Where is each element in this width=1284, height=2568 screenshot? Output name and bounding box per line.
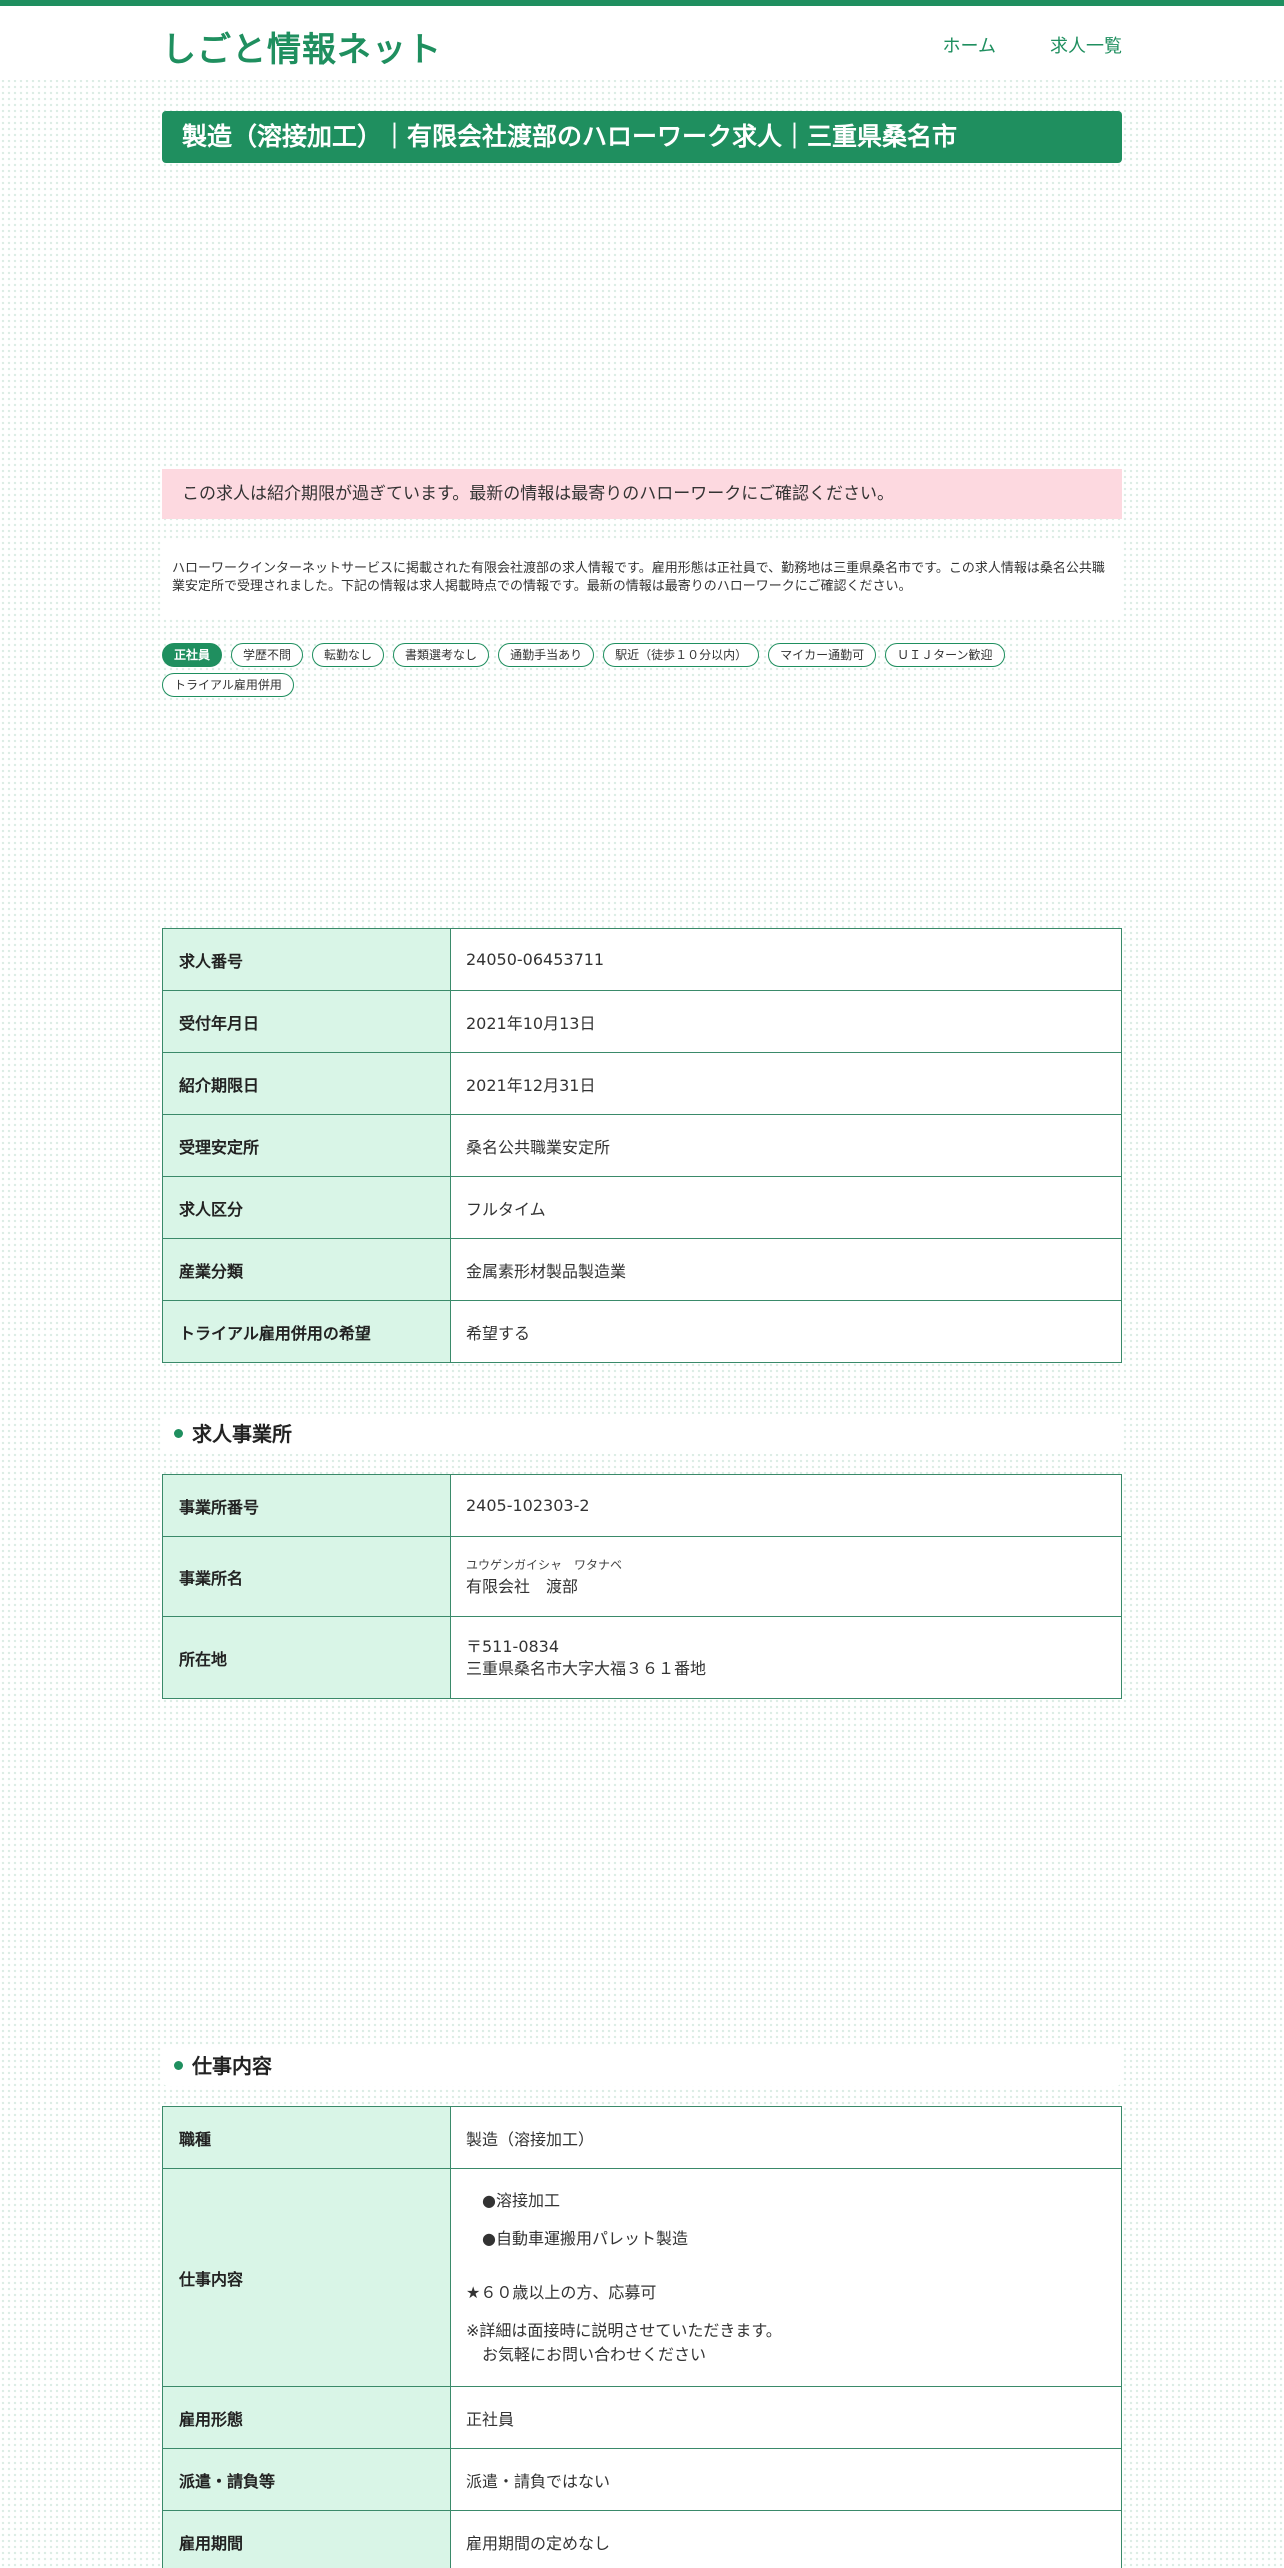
row-label: 仕事内容 — [162, 2168, 451, 2387]
row-label: 雇用期間 — [162, 2510, 451, 2568]
table-row: 事業所名 ユウゲンガイシャ ワタナベ 有限会社 渡部 — [162, 1536, 1122, 1617]
tag: マイカー通勤可 — [768, 643, 877, 667]
job-description-summary: ハローワークインターネットサービスに掲載された有限会社渡部の求人情報です。雇用形… — [162, 541, 1122, 617]
job-content-cell: ●溶接加工 ●自動車運搬用パレット製造 ★６０歳以上の方、応募可 ※詳細は面接時… — [450, 2168, 1122, 2387]
main-nav: ホーム 求人一覧 — [943, 32, 1122, 58]
table-row: 産業分類 金属素形材製品製造業 — [162, 1238, 1122, 1301]
row-value: 24050-06453711 — [450, 928, 1122, 991]
row-label: 受理安定所 — [162, 1114, 451, 1177]
row-label: 事業所名 — [162, 1536, 451, 1617]
office-name-kana: ユウゲンガイシャ ワタナベ — [466, 1557, 623, 1572]
bullet-dot-icon — [174, 2061, 183, 2070]
tag-list: 正社員 学歴不問 転勤なし 書類選考なし 通勤手当あり 駅近（徒歩１０分以内） … — [162, 643, 1122, 697]
table-row: 事業所番号 2405-102303-2 — [162, 1474, 1122, 1537]
table-row: 雇用期間 雇用期間の定めなし — [162, 2510, 1122, 2568]
site-logo[interactable]: しごと情報ネット — [162, 22, 442, 71]
table-row: 雇用形態 正社員 — [162, 2386, 1122, 2449]
row-value: 2021年12月31日 — [450, 1052, 1122, 1115]
row-label: 派遣・請負等 — [162, 2448, 451, 2511]
table-row: 受理安定所 桑名公共職業安定所 — [162, 1114, 1122, 1177]
office-name-cell: ユウゲンガイシャ ワタナベ 有限会社 渡部 — [450, 1536, 1122, 1617]
table-row: 仕事内容 ●溶接加工 ●自動車運搬用パレット製造 ★６０歳以上の方、応募可 ※詳… — [162, 2168, 1122, 2387]
section-title: 求人事業所 — [192, 1422, 292, 1446]
tag: 学歴不問 — [231, 643, 304, 667]
content-line: ●自動車運搬用パレット製造 — [466, 2228, 688, 2248]
row-label: 紹介期限日 — [162, 1052, 451, 1115]
postal-code: 〒511-0834 — [466, 1636, 560, 1656]
occupation-value: 製造（溶接加工） — [450, 2106, 1122, 2169]
job-section-heading: 仕事内容 — [162, 2046, 1122, 2086]
tag: 通勤手当あり — [498, 643, 595, 667]
tag: ＵＩＪターン歓迎 — [885, 643, 1005, 667]
content-line: ●溶接加工 — [466, 2190, 560, 2210]
nav-home-link[interactable]: ホーム — [943, 32, 996, 58]
tag: 書類選考なし — [393, 643, 490, 667]
table-row: トライアル雇用併用の希望 希望する — [162, 1300, 1122, 1363]
table-row: 紹介期限日 2021年12月31日 — [162, 1052, 1122, 1115]
employment-value: 正社員 — [450, 2386, 1122, 2449]
row-value: 2021年10月13日 — [450, 990, 1122, 1053]
table-row: 所在地 〒511-0834 三重県桑名市大字大福３６１番地 — [162, 1616, 1122, 1699]
period-value: 雇用期間の定めなし — [450, 2510, 1122, 2568]
office-table-wrap: 事業所番号 2405-102303-2 事業所名 ユウゲンガイシャ ワタナベ 有… — [162, 1474, 1122, 1699]
office-address-cell: 〒511-0834 三重県桑名市大字大福３６１番地 — [450, 1616, 1122, 1699]
office-name: 有限会社 渡部 — [466, 1576, 579, 1596]
job-table: 職種 製造（溶接加工） 仕事内容 ●溶接加工 ●自動車運搬用パレット製造 ★６０… — [162, 2106, 1122, 2568]
row-label: 所在地 — [162, 1616, 451, 1699]
expired-notice: この求人は紹介期限が過ぎています。最新の情報は最寄りのハローワークにご確認くださ… — [162, 469, 1122, 519]
job-table-wrap: 職種 製造（溶接加工） 仕事内容 ●溶接加工 ●自動車運搬用パレット製造 ★６０… — [162, 2106, 1122, 2568]
bullet-dot-icon — [174, 1429, 183, 1438]
content-line: ★６０歳以上の方、応募可 — [466, 2282, 657, 2302]
address: 三重県桑名市大字大福３６１番地 — [466, 1658, 707, 1678]
table-row: 求人番号 24050-06453711 — [162, 928, 1122, 991]
tag: 駅近（徒歩１０分以内） — [603, 643, 760, 667]
content-line: お気軽にお問い合わせください — [466, 2344, 707, 2364]
nav-job-list-link[interactable]: 求人一覧 — [1050, 32, 1122, 58]
summary-table-wrap: 求人番号 24050-06453711 受付年月日 2021年10月13日 紹介… — [162, 928, 1122, 1363]
row-label: 事業所番号 — [162, 1474, 451, 1537]
table-row: 求人区分 フルタイム — [162, 1176, 1122, 1239]
tag-employment-type: 正社員 — [162, 643, 223, 667]
row-label: トライアル雇用併用の希望 — [162, 1300, 451, 1363]
row-value: フルタイム — [450, 1176, 1122, 1239]
table-row: 受付年月日 2021年10月13日 — [162, 990, 1122, 1053]
tag: トライアル雇用併用 — [162, 673, 294, 697]
site-header: しごと情報ネット ホーム 求人一覧 — [0, 6, 1284, 80]
dispatch-value: 派遣・請負ではない — [450, 2448, 1122, 2511]
row-label: 受付年月日 — [162, 990, 451, 1053]
row-value: 金属素形材製品製造業 — [450, 1238, 1122, 1301]
tag: 転勤なし — [312, 643, 385, 667]
row-value: 希望する — [450, 1300, 1122, 1363]
row-value: 桑名公共職業安定所 — [450, 1114, 1122, 1177]
row-label: 職種 — [162, 2106, 451, 2169]
table-row: 派遣・請負等 派遣・請負ではない — [162, 2448, 1122, 2511]
row-label: 産業分類 — [162, 1238, 451, 1301]
office-table: 事業所番号 2405-102303-2 事業所名 ユウゲンガイシャ ワタナベ 有… — [162, 1474, 1122, 1699]
summary-table: 求人番号 24050-06453711 受付年月日 2021年10月13日 紹介… — [162, 928, 1122, 1363]
office-number: 2405-102303-2 — [450, 1474, 1122, 1537]
section-title: 仕事内容 — [192, 2054, 272, 2078]
page-title: 製造（溶接加工）｜有限会社渡部のハローワーク求人｜三重県桑名市 — [162, 111, 1122, 163]
row-label: 求人区分 — [162, 1176, 451, 1239]
row-label: 雇用形態 — [162, 2386, 451, 2449]
row-label: 求人番号 — [162, 928, 451, 991]
table-row: 職種 製造（溶接加工） — [162, 2106, 1122, 2169]
content-line: ※詳細は面接時に説明させていただきます。 — [466, 2320, 782, 2340]
office-section-heading: 求人事業所 — [162, 1414, 1122, 1454]
